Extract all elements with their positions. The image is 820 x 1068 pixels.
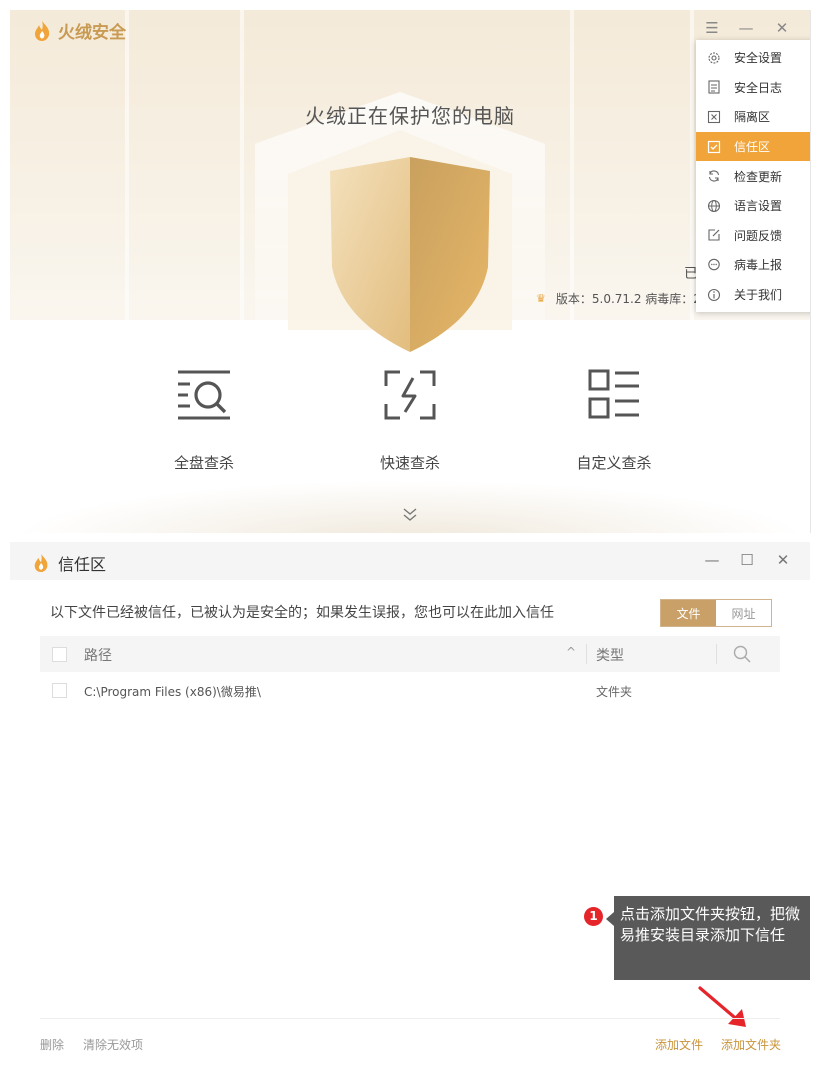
clear-invalid-button[interactable]: 清除无效项 [83, 1036, 143, 1053]
log-icon [706, 79, 722, 95]
quarantine-icon [706, 109, 722, 125]
menu-item-security-log[interactable]: 安全日志 [696, 73, 810, 103]
row-type: 文件夹 [596, 685, 633, 699]
globe-icon [706, 198, 722, 214]
footer-divider [40, 1018, 780, 1019]
trust-check-icon [706, 139, 722, 155]
gear-icon [706, 50, 722, 66]
light-beam [125, 10, 129, 320]
sort-ascending-icon[interactable]: ^ [566, 645, 576, 659]
quick-scan-label: 快速查杀 [379, 454, 440, 472]
full-scan-label: 全盘查杀 [173, 454, 234, 472]
table-header: 路径 ^ 类型 [40, 636, 780, 672]
select-all-checkbox[interactable] [52, 647, 67, 662]
flame-logo-icon [34, 554, 48, 572]
protection-status: 火绒正在保护您的电脑 [305, 104, 515, 128]
menu-item-label: 信任区 [734, 140, 771, 155]
column-divider [586, 644, 587, 664]
table-row[interactable]: C:\Program Files (x86)\微易推\ 文件夹 [40, 672, 780, 708]
menu-item-label: 检查更新 [734, 169, 783, 184]
add-folder-button[interactable]: 添加文件夹 [721, 1036, 781, 1053]
quick-scan-button[interactable]: 快速查杀 [340, 368, 480, 473]
shield-icon [330, 157, 490, 352]
quick-scan-icon [384, 370, 436, 420]
delete-button[interactable]: 删除 [40, 1036, 64, 1053]
main-dropdown-menu: 安全设置 安全日志 隔离区 信任区 检查更新 语言设置 问题反馈 病毒上报 关于… [696, 40, 810, 313]
version-info: ♛ 版本：5.0.71.2 病毒库：2 [536, 290, 701, 307]
tab-urls[interactable]: 网址 [716, 600, 771, 626]
menu-item-label: 语言设置 [734, 199, 783, 214]
row-checkbox[interactable] [52, 683, 67, 698]
info-icon [706, 287, 722, 303]
trust-close-button[interactable]: ✕ [773, 551, 793, 569]
custom-scan-label: 自定义查杀 [576, 454, 652, 472]
menu-item-virus-report[interactable]: 病毒上报 [696, 250, 810, 280]
trust-maximize-button[interactable]: ☐ [737, 551, 757, 569]
menu-item-quarantine[interactable]: 隔离区 [696, 102, 810, 132]
row-path: C:\Program Files (x86)\微易推\ [84, 685, 261, 699]
trust-window-title: 信任区 [58, 555, 107, 574]
menu-item-security-settings[interactable]: 安全设置 [696, 43, 810, 73]
menu-item-label: 病毒上报 [734, 258, 783, 273]
full-scan-icon [178, 370, 230, 420]
close-button[interactable]: ✕ [772, 19, 792, 37]
custom-scan-button[interactable]: 自定义查杀 [544, 368, 684, 473]
full-scan-button[interactable]: 全盘查杀 [134, 368, 274, 473]
search-icon[interactable] [732, 644, 752, 664]
menu-item-check-update[interactable]: 检查更新 [696, 161, 810, 191]
trust-window-title-group: 信任区 [32, 551, 106, 575]
menu-item-label: 安全日志 [734, 80, 783, 95]
menu-item-label: 问题反馈 [734, 228, 783, 243]
annotation-tooltip: 点击添加文件夹按钮，把微易推安装目录添加下信任 [614, 896, 810, 980]
light-beam [240, 10, 244, 320]
tooltip-pointer [606, 912, 614, 926]
red-arrow-icon [698, 986, 746, 1027]
menu-item-feedback[interactable]: 问题反馈 [696, 221, 810, 251]
trust-zone-window: 信任区 — ☐ ✕ 以下文件已经被信任，已被认为是安全的；如果发生误报，您也可以… [10, 542, 810, 1068]
trust-window-titlebar: 信任区 — ☐ ✕ [10, 542, 810, 580]
annotation-badge: 1 [584, 907, 603, 926]
main-window: 火绒安全 ☰ — ✕ 火绒正在保护您的电脑 已 ♛ 版本：5.0.71.2 病毒… [10, 10, 811, 533]
tab-files[interactable]: 文件 [661, 600, 716, 626]
expand-chevron-icon[interactable] [400, 506, 420, 524]
column-header-path[interactable]: 路径 [84, 645, 112, 665]
trust-description: 以下文件已经被信任，已被认为是安全的；如果发生误报，您也可以在此加入信任 [50, 605, 554, 621]
custom-scan-icon [588, 369, 639, 419]
refresh-icon [706, 168, 722, 184]
app-logo: 火绒安全 [32, 18, 126, 43]
menu-item-about[interactable]: 关于我们 [696, 280, 810, 310]
flame-logo-icon [35, 20, 50, 41]
app-title: 火绒安全 [58, 23, 126, 42]
crown-icon: ♛ [536, 292, 546, 305]
add-file-button[interactable]: 添加文件 [655, 1036, 703, 1053]
menu-item-label: 关于我们 [734, 288, 783, 303]
minimize-button[interactable]: — [736, 19, 756, 37]
edit-icon [706, 227, 722, 243]
version-text: 版本：5.0.71.2 病毒库：2 [555, 292, 701, 306]
menu-item-label: 安全设置 [734, 51, 783, 66]
menu-item-language[interactable]: 语言设置 [696, 191, 810, 221]
menu-item-trust-zone[interactable]: 信任区 [696, 131, 810, 162]
chat-icon [706, 257, 722, 273]
column-header-type[interactable]: 类型 [596, 645, 624, 665]
trust-minimize-button[interactable]: — [702, 551, 722, 569]
column-divider [716, 644, 717, 664]
light-beam [570, 10, 574, 320]
menu-item-label: 隔离区 [734, 110, 771, 125]
trust-type-toggle: 文件 网址 [660, 599, 772, 627]
main-menu-button[interactable]: ☰ [702, 19, 722, 37]
